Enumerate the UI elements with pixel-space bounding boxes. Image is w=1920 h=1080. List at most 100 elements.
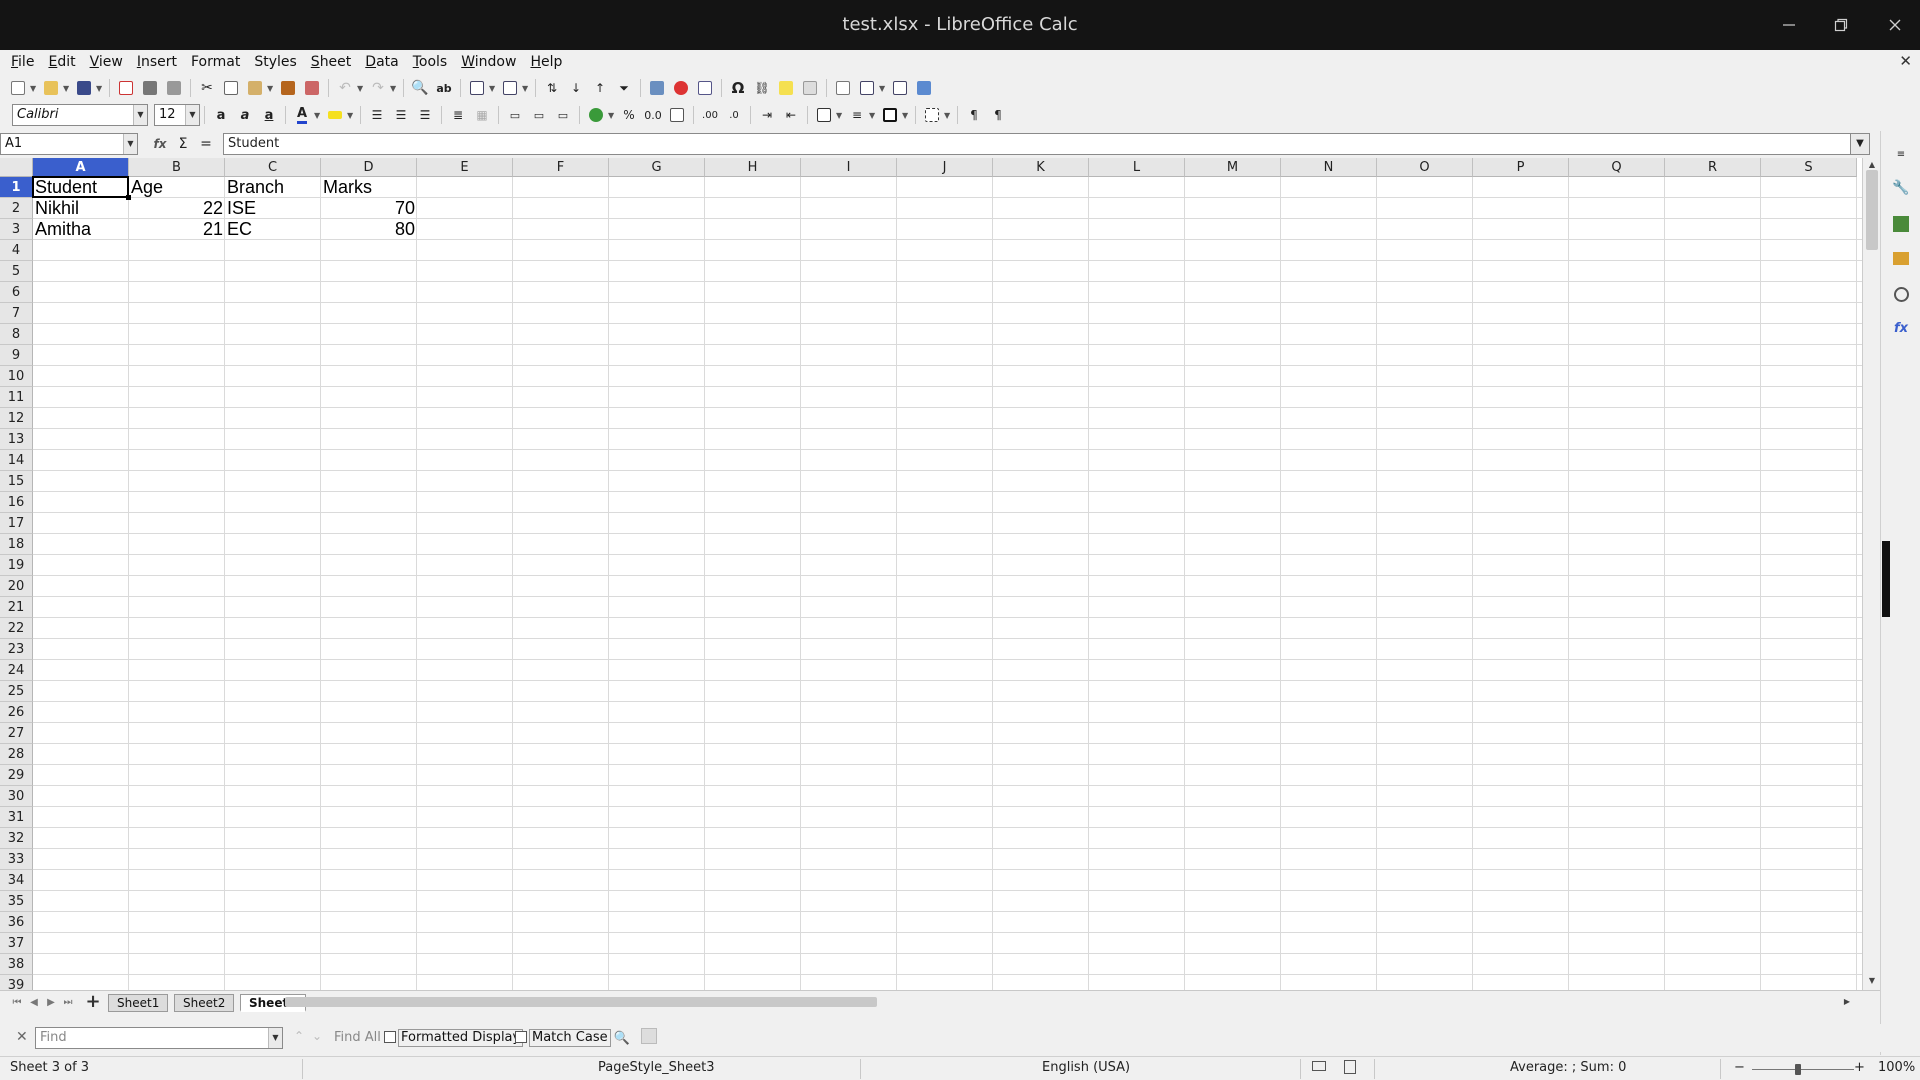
column-icon[interactable] (499, 77, 521, 99)
find-next-icon[interactable]: ⌄ (312, 1029, 322, 1043)
row-header-36[interactable]: 36 (0, 912, 33, 933)
font-name-combo[interactable]: Calibri ▼ (12, 104, 148, 126)
row-header-31[interactable]: 31 (0, 807, 33, 828)
next-sheet-icon[interactable]: ▶ (44, 996, 58, 1010)
close-document-icon[interactable]: ✕ (1899, 52, 1912, 70)
insert-image-icon[interactable] (646, 77, 668, 99)
chevron-down-icon[interactable]: ▼ (133, 105, 147, 125)
date-format-icon[interactable] (666, 104, 688, 126)
zoom-out-icon[interactable]: − (1734, 1060, 1745, 1075)
formula-icon[interactable]: = (195, 133, 217, 155)
show-draw-functions-icon[interactable] (913, 77, 935, 99)
row-header-29[interactable]: 29 (0, 765, 33, 786)
align-middle-icon[interactable]: ▭ (528, 104, 550, 126)
chevron-down-icon[interactable]: ▼ (267, 84, 273, 93)
row-header-4[interactable]: 4 (0, 240, 33, 261)
bold-icon[interactable]: a (210, 104, 232, 126)
border-color-icon[interactable] (879, 104, 901, 126)
row-header-18[interactable]: 18 (0, 534, 33, 555)
zoom-slider-knob[interactable] (1795, 1064, 1801, 1075)
properties-icon[interactable]: 🔧 (1890, 177, 1912, 199)
vertical-scrollbar[interactable]: ▲ ▼ (1862, 158, 1880, 990)
wrap-text-icon[interactable]: ≣ (447, 104, 469, 126)
column-header-c[interactable]: C (225, 158, 321, 177)
cell-c1[interactable]: Branch (225, 177, 321, 198)
chevron-down-icon[interactable]: ▼ (522, 84, 528, 93)
menu-file[interactable]: File (4, 50, 41, 74)
row-header-3[interactable]: 3 (0, 219, 33, 240)
formatted-display-checkbox[interactable] (384, 1031, 396, 1043)
borders-icon[interactable] (813, 104, 835, 126)
save-icon[interactable] (73, 77, 95, 99)
menu-sheet[interactable]: Sheet (304, 50, 358, 74)
row-header-22[interactable]: 22 (0, 618, 33, 639)
select-all-corner[interactable] (0, 158, 33, 177)
currency-format-icon[interactable] (585, 104, 607, 126)
row-header-25[interactable]: 25 (0, 681, 33, 702)
row-header-14[interactable]: 14 (0, 450, 33, 471)
sheet-tab-sheet2[interactable]: Sheet2 (174, 994, 235, 1012)
row-header-15[interactable]: 15 (0, 471, 33, 492)
new-document-icon[interactable] (7, 77, 29, 99)
row-header-39[interactable]: 39 (0, 975, 33, 990)
underline-icon[interactable]: a (258, 104, 280, 126)
row-header-37[interactable]: 37 (0, 933, 33, 954)
pivot-table-icon[interactable] (694, 77, 716, 99)
spelling-icon[interactable]: ab (433, 77, 455, 99)
sidebar-resize-handle[interactable] (1882, 541, 1890, 617)
sum-icon[interactable]: Σ (172, 133, 194, 155)
cell-a2[interactable]: Nikhil (33, 198, 129, 219)
zoom-level[interactable]: 100% (1878, 1060, 1915, 1075)
close-window-button[interactable] (1868, 0, 1920, 50)
row-header-1[interactable]: 1 (0, 177, 33, 198)
sort-icon[interactable]: ⇅ (541, 77, 563, 99)
column-header-p[interactable]: P (1473, 158, 1569, 177)
row-header-35[interactable]: 35 (0, 891, 33, 912)
row-header-6[interactable]: 6 (0, 282, 33, 303)
row-header-20[interactable]: 20 (0, 576, 33, 597)
autofilter-icon[interactable]: ⏷ (613, 77, 635, 99)
align-top-icon[interactable]: ▭ (504, 104, 526, 126)
insert-chart-icon[interactable] (670, 77, 692, 99)
print-icon[interactable] (139, 77, 161, 99)
highlight-color-icon[interactable] (324, 104, 346, 126)
chevron-down-icon[interactable]: ▼ (314, 111, 320, 120)
add-sheet-icon[interactable]: + (84, 992, 102, 1012)
column-header-k[interactable]: K (993, 158, 1089, 177)
cell-a3[interactable]: Amitha (33, 219, 129, 240)
chevron-down-icon[interactable]: ▼ (268, 1028, 282, 1048)
chevron-down-icon[interactable]: ▼ (96, 84, 102, 93)
print-preview-icon[interactable] (163, 77, 185, 99)
cell-c3[interactable]: EC (225, 219, 321, 240)
restore-button[interactable] (1814, 0, 1868, 50)
chevron-down-icon[interactable]: ▼ (123, 134, 137, 154)
undo-icon[interactable]: ↶ (334, 77, 356, 99)
column-header-i[interactable]: I (801, 158, 897, 177)
column-header-l[interactable]: L (1089, 158, 1185, 177)
freeze-rows-columns-icon[interactable] (856, 77, 878, 99)
scroll-right-icon[interactable]: ▶ (1840, 995, 1854, 1009)
menu-styles[interactable]: Styles (247, 50, 303, 74)
italic-icon[interactable]: a (234, 104, 256, 126)
text-direction-rtl-icon[interactable]: ¶ (987, 104, 1009, 126)
text-direction-ltr-icon[interactable]: ¶ (963, 104, 985, 126)
column-header-e[interactable]: E (417, 158, 513, 177)
special-character-icon[interactable]: Ω (727, 77, 749, 99)
add-decimal-icon[interactable]: .00 (699, 104, 721, 126)
menu-tools[interactable]: Tools (406, 50, 455, 74)
horizontal-scroll-thumb[interactable] (285, 997, 877, 1007)
find-replace-dialog-icon[interactable]: 🔍 (611, 1027, 633, 1049)
headers-footers-icon[interactable] (799, 77, 821, 99)
menu-format[interactable]: Format (184, 50, 247, 74)
row-header-12[interactable]: 12 (0, 408, 33, 429)
row-header-34[interactable]: 34 (0, 870, 33, 891)
column-header-d[interactable]: D (321, 158, 417, 177)
menu-data[interactable]: Data (358, 50, 405, 74)
row-header-26[interactable]: 26 (0, 702, 33, 723)
copy-icon[interactable] (220, 77, 242, 99)
define-print-area-icon[interactable] (832, 77, 854, 99)
expand-formula-bar-icon[interactable]: ▼ (1850, 133, 1870, 155)
column-header-a[interactable]: A (33, 158, 129, 177)
row-header-2[interactable]: 2 (0, 198, 33, 219)
row-header-24[interactable]: 24 (0, 660, 33, 681)
